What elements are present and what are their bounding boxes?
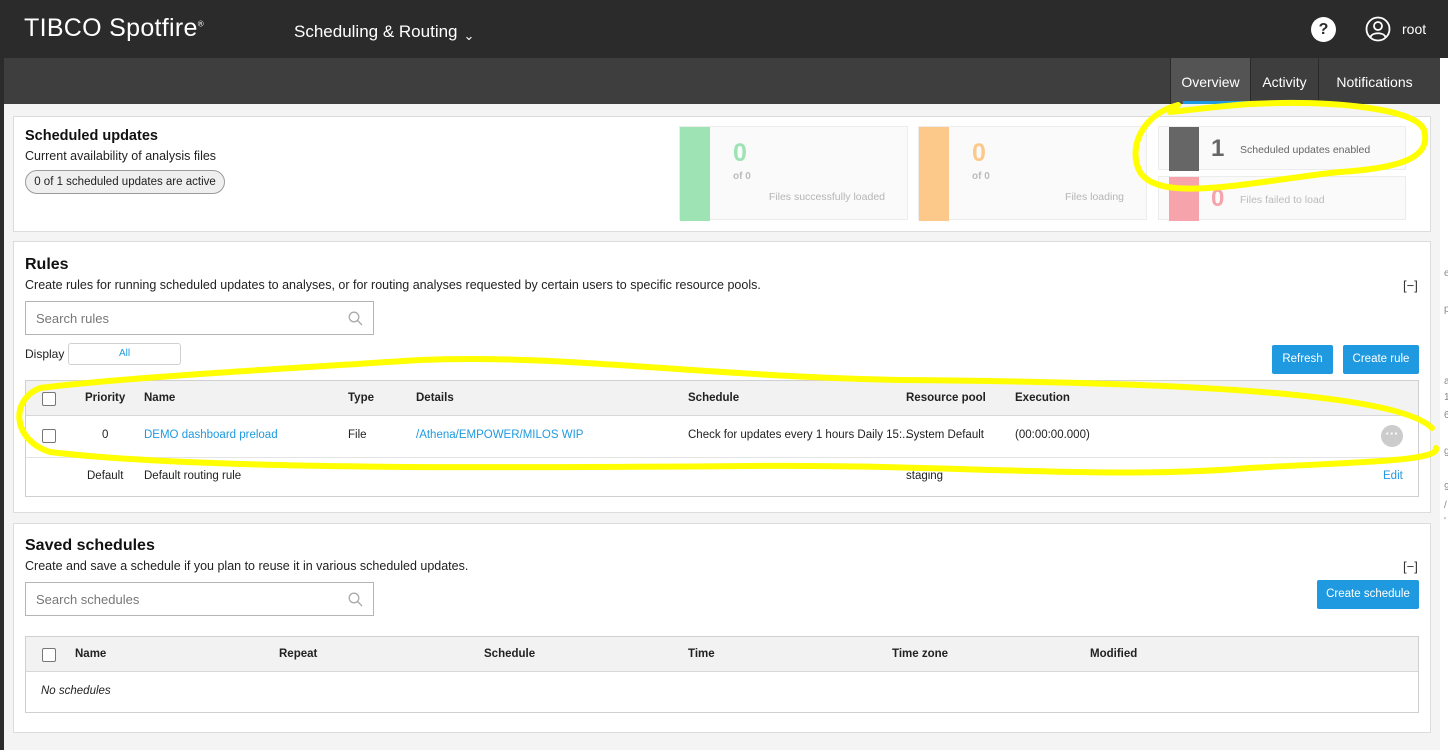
- side-scrap: p: [1444, 304, 1448, 315]
- side-scrap: a: [1444, 376, 1448, 387]
- col-schedule[interactable]: Schedule: [484, 648, 535, 660]
- top-bar: TIBCO Spotfire® Scheduling & Routing ⌄ ? …: [0, 0, 1448, 58]
- col-schedule[interactable]: Schedule: [688, 392, 739, 404]
- col-time[interactable]: Time: [688, 648, 715, 660]
- schedules-search-input[interactable]: [26, 583, 346, 615]
- select-all-schedules-checkbox[interactable]: [42, 648, 56, 662]
- rule-type: File: [348, 429, 367, 441]
- col-priority[interactable]: Priority: [85, 392, 125, 404]
- spotfire-logo[interactable]: TIBCO Spotfire®: [24, 14, 204, 43]
- col-modified[interactable]: Modified: [1090, 648, 1137, 660]
- create-rule-button[interactable]: Create rule: [1343, 345, 1419, 374]
- rules-collapse-toggle[interactable]: [−]: [1403, 278, 1418, 293]
- create-schedule-button[interactable]: Create schedule: [1317, 580, 1419, 609]
- app-menu-label: Scheduling & Routing: [294, 22, 458, 41]
- loading-count: 0: [972, 139, 986, 167]
- failed-color-bar: [1169, 177, 1199, 221]
- display-label: Display: [25, 347, 65, 361]
- side-scrap: 9: [1444, 482, 1448, 493]
- schedules-table: Name Repeat Schedule Time Time zone Modi…: [25, 636, 1419, 713]
- rule-resource-pool: staging: [906, 470, 944, 482]
- col-type[interactable]: Type: [348, 392, 374, 404]
- success-label: Files successfully loaded: [768, 191, 885, 203]
- tab-label: Overview: [1181, 74, 1240, 90]
- tab-label: Notifications: [1336, 74, 1413, 90]
- col-name[interactable]: Name: [75, 648, 106, 660]
- scheduled-updates-title: Scheduled updates: [25, 128, 158, 144]
- more-options-icon[interactable]: ···: [1381, 425, 1403, 447]
- col-resource-pool[interactable]: Resource pool: [906, 392, 986, 404]
- rules-table: Priority Name Type Details Schedule Reso…: [25, 380, 1419, 497]
- failed-label: Files failed to load: [1240, 194, 1325, 206]
- user-name[interactable]: root: [1402, 21, 1426, 37]
- rules-table-header: Priority Name Type Details Schedule Reso…: [26, 381, 1418, 416]
- enabled-count: 1: [1211, 135, 1225, 162]
- enabled-label: Scheduled updates enabled: [1240, 144, 1371, 156]
- search-icon[interactable]: [348, 311, 363, 326]
- success-of: of 0: [733, 171, 751, 182]
- saved-schedules-subtitle: Create and save a schedule if you plan t…: [25, 559, 469, 573]
- enabled-color-bar: [1169, 127, 1199, 171]
- schedules-collapse-toggle[interactable]: [−]: [1403, 559, 1418, 574]
- col-time-zone[interactable]: Time zone: [892, 648, 948, 660]
- refresh-button[interactable]: Refresh: [1272, 345, 1333, 374]
- tab-label: Activity: [1262, 74, 1307, 90]
- col-name[interactable]: Name: [144, 392, 175, 404]
- success-count: 0: [733, 139, 747, 167]
- col-repeat[interactable]: Repeat: [279, 648, 317, 660]
- stat-card-enabled: 1 Scheduled updates enabled: [1158, 126, 1406, 171]
- success-color-bar: [680, 127, 710, 221]
- failed-count: 0: [1211, 185, 1225, 212]
- rule-execution: (00:00:00.000): [1015, 429, 1090, 441]
- rule-priority: 0: [102, 429, 109, 441]
- side-scrap: 1: [1444, 392, 1448, 403]
- loading-of: of 0: [972, 171, 990, 182]
- rule-row-checkbox[interactable]: [42, 429, 56, 443]
- display-filter-select[interactable]: All: [68, 343, 181, 365]
- select-all-rules-checkbox[interactable]: [42, 392, 56, 406]
- stat-card-failed: 0 Files failed to load: [1158, 176, 1406, 221]
- user-avatar-icon[interactable]: [1365, 16, 1391, 42]
- stat-card-success: 0 of 0 Files successfully loaded: [679, 126, 908, 221]
- side-scrap: g: [1444, 446, 1448, 457]
- saved-schedules-title: Saved schedules: [25, 537, 155, 554]
- rule-name-link[interactable]: DEMO dashboard preload: [144, 429, 278, 441]
- rules-search: [25, 301, 374, 335]
- rule-name: Default routing rule: [144, 470, 242, 482]
- search-icon[interactable]: [348, 592, 363, 607]
- row-divider: [26, 457, 1418, 458]
- scheduled-updates-subtitle: Current availability of analysis files: [25, 149, 217, 163]
- tab-activity[interactable]: Activity: [1250, 58, 1318, 104]
- rules-subtitle: Create rules for running scheduled updat…: [25, 278, 761, 292]
- side-scrap: 6: [1444, 410, 1448, 421]
- schedules-search: [25, 582, 374, 616]
- col-details[interactable]: Details: [416, 392, 454, 404]
- side-scrap: ': [1444, 516, 1446, 527]
- stat-card-loading: 0 of 0 Files loading: [918, 126, 1147, 221]
- side-scrap: /: [1444, 500, 1447, 511]
- chevron-down-icon: ⌄: [463, 28, 475, 43]
- rule-priority: Default: [87, 470, 124, 482]
- loading-color-bar: [919, 127, 949, 221]
- tab-notifications[interactable]: Notifications: [1318, 58, 1430, 104]
- loading-label: Files loading: [1065, 191, 1124, 203]
- schedules-table-header: Name Repeat Schedule Time Time zone Modi…: [26, 637, 1418, 672]
- rule-details-link[interactable]: /Athena/EMPOWER/MILOS WIP: [416, 429, 583, 441]
- col-execution[interactable]: Execution: [1015, 392, 1070, 404]
- rules-title: Rules: [25, 256, 69, 273]
- rule-schedule: Check for updates every 1 hours Daily 15…: [688, 429, 912, 441]
- app-menu-dropdown[interactable]: Scheduling & Routing ⌄: [294, 22, 475, 43]
- empty-message: No schedules: [41, 685, 111, 697]
- rule-resource-pool: System Default: [906, 429, 984, 441]
- tab-bar: Overview Activity Notifications: [4, 58, 1440, 104]
- edit-rule-link[interactable]: Edit: [1383, 470, 1403, 482]
- help-button[interactable]: ?: [1311, 17, 1336, 42]
- rules-search-input[interactable]: [26, 302, 346, 334]
- tab-overview[interactable]: Overview: [1170, 58, 1250, 104]
- active-updates-badge: 0 of 1 scheduled updates are active: [25, 170, 225, 194]
- side-scrap: e: [1444, 268, 1448, 279]
